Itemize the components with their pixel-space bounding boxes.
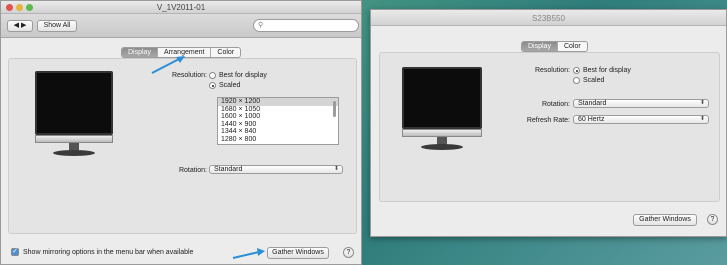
help-button[interactable]: ? [707,214,718,225]
title-bar[interactable]: V_1V2011-01 [1,1,361,14]
mirroring-label: Show mirroring options in the menu bar w… [23,249,194,256]
display-panel: Resolution: Best for display Scaled 1920… [8,58,357,234]
rotation-value: Standard [214,166,243,173]
tab-bar: Display Color [521,41,588,52]
radio-best-for-display[interactable] [209,72,216,79]
scaled-label: Scaled [219,82,241,89]
resolution-label: Resolution: [534,67,570,74]
chevron-updown-icon: ⬍ [333,166,339,172]
search-field[interactable]: ⚲ [253,19,359,32]
resolution-item[interactable]: 1920 × 1200 [218,98,338,106]
refresh-rate-value: 60 Hertz [578,116,605,123]
back-icon[interactable]: ◀ [14,22,19,29]
resolution-item[interactable]: 1680 × 1050 [218,106,338,114]
best-for-display-label: Best for display [219,72,267,79]
tab-color[interactable]: Color [211,48,240,57]
tab-display[interactable]: Display [522,42,558,51]
radio-scaled[interactable] [573,77,580,84]
help-button[interactable]: ? [343,247,354,258]
display-preferences-window-secondary: S23B550 Display Color Resolution: Best f… [370,9,727,237]
window-title: V_1V2011-01 [156,3,206,12]
resolution-list[interactable]: 1920 × 1200 1680 × 1050 1600 × 1000 1440… [217,97,339,145]
mirroring-checkbox[interactable]: ✓ [11,248,19,256]
resolution-item[interactable]: 1440 × 900 [218,121,338,129]
resolution-item[interactable]: 1600 × 1000 [218,113,338,121]
monitor-image [402,67,482,157]
show-all-button[interactable]: Show All [37,20,77,32]
resolution-item[interactable]: 1344 × 840 [218,128,338,136]
chevron-updown-icon: ⬍ [699,116,705,122]
annotation-arrow-gather [232,248,265,259]
title-bar[interactable]: S23B550 [371,10,726,26]
best-for-display-label: Best for display [583,67,631,74]
window-title: S23B550 [532,14,565,23]
back-forward-buttons[interactable]: ◀ ▶ [7,20,33,32]
display-preferences-window-primary: V_1V2011-01 ◀ ▶ Show All ⚲ Display Arran… [0,0,362,265]
monitor-image [35,71,113,163]
annotation-arrow-arrangement [151,56,185,74]
rotation-label: Rotation: [541,101,570,108]
list-scrollbar[interactable] [333,101,336,117]
radio-best-for-display[interactable] [573,67,580,74]
forward-icon[interactable]: ▶ [21,22,26,29]
rotation-popup[interactable]: Standard ⬍ [209,165,343,174]
radio-scaled[interactable] [209,82,216,89]
scaled-label: Scaled [583,77,605,84]
tab-color[interactable]: Color [558,42,587,51]
gather-windows-button[interactable]: Gather Windows [633,214,697,226]
toolbar: ◀ ▶ Show All ⚲ [1,14,361,38]
rotation-label: Rotation: [178,167,207,174]
display-panel: Resolution: Best for display Scaled Rota… [379,52,720,202]
search-icon: ⚲ [258,22,264,29]
refresh-rate-label: Refresh Rate: [526,117,570,124]
resolution-item[interactable]: 1280 × 800 [218,136,338,144]
refresh-rate-popup[interactable]: 60 Hertz ⬍ [573,115,709,124]
rotation-value: Standard [578,100,607,107]
gather-windows-button[interactable]: Gather Windows [267,247,329,259]
rotation-popup[interactable]: Standard ⬍ [573,99,709,108]
chevron-updown-icon: ⬍ [699,100,705,106]
